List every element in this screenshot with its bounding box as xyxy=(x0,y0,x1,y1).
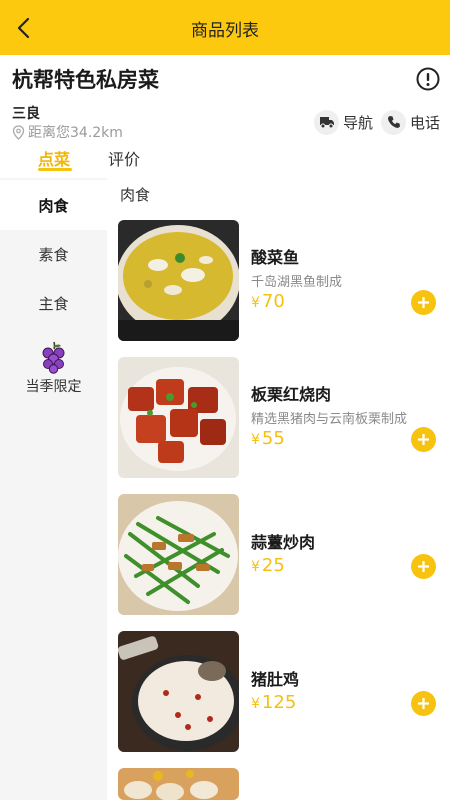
dish-card[interactable]: 板栗红烧肉 精选黑猪肉与云南板栗制成 ¥55 xyxy=(118,357,450,479)
dish-image xyxy=(118,357,239,478)
tab-reviews[interactable]: 评价 xyxy=(108,146,140,170)
shop-owner: 三良 xyxy=(12,106,40,122)
add-to-cart-button[interactable] xyxy=(411,691,436,716)
plus-icon xyxy=(418,698,429,709)
call-button[interactable]: 电话 xyxy=(381,109,440,135)
sidebar-item-vegetarian[interactable]: 素食 xyxy=(0,229,107,279)
plus-icon xyxy=(418,561,429,572)
navigate-label: 导航 xyxy=(343,113,374,132)
dish-card[interactable]: 蒜薹炒肉 ¥25 xyxy=(118,494,450,616)
grape-icon xyxy=(42,341,64,374)
dish-card[interactable] xyxy=(118,768,450,800)
dish-image xyxy=(118,220,239,341)
add-to-cart-button[interactable] xyxy=(411,554,436,579)
tab-order[interactable]: 点菜 xyxy=(38,146,70,170)
info-icon[interactable] xyxy=(415,66,441,92)
dish-image xyxy=(118,494,239,615)
plus-icon xyxy=(418,434,429,445)
currency-symbol: ¥ xyxy=(251,696,260,712)
price-value: 25 xyxy=(261,555,285,576)
section-title: 肉食 xyxy=(120,186,151,204)
page-title: 商品列表 xyxy=(191,21,259,41)
dish-name: 猪肚鸡 xyxy=(251,670,300,689)
currency-symbol: ¥ xyxy=(251,432,260,448)
dish-image xyxy=(118,768,239,800)
currency-symbol: ¥ xyxy=(251,559,260,575)
add-to-cart-button[interactable] xyxy=(411,427,436,452)
dish-name: 蒜薹炒肉 xyxy=(251,533,316,552)
top-bar: 商品列表 xyxy=(0,0,450,55)
navigate-button[interactable]: 导航 xyxy=(314,109,373,135)
shop-distance: 距离您34.2km xyxy=(12,123,123,141)
active-tab-indicator xyxy=(38,168,72,171)
dish-description: 千岛湖黑鱼制成 xyxy=(251,275,343,290)
truck-icon xyxy=(314,109,339,135)
call-label: 电话 xyxy=(410,113,441,132)
dish-name: 板栗红烧肉 xyxy=(251,385,332,404)
currency-symbol: ¥ xyxy=(251,295,260,311)
dish-image xyxy=(118,631,239,752)
plus-icon xyxy=(418,297,429,308)
dish-price: ¥55 xyxy=(251,428,285,449)
dish-price: ¥70 xyxy=(251,291,285,312)
add-to-cart-button[interactable] xyxy=(411,290,436,315)
shop-name: 杭帮特色私房菜 xyxy=(12,68,159,92)
sidebar-item-meat[interactable]: 肉食 xyxy=(0,180,107,230)
location-pin-icon xyxy=(12,124,25,140)
phone-icon xyxy=(381,109,406,135)
sidebar-item-seasonal[interactable]: 当季限定 xyxy=(0,340,107,400)
dish-description: 精选黑猪肉与云南板栗制成 xyxy=(251,412,408,427)
sidebar-item-staple[interactable]: 主食 xyxy=(0,278,107,328)
dish-name: 酸菜鱼 xyxy=(251,248,300,267)
dish-card[interactable]: 酸菜鱼 千岛湖黑鱼制成 ¥70 xyxy=(118,220,450,342)
price-value: 125 xyxy=(261,692,297,713)
seasonal-label: 当季限定 xyxy=(25,379,82,395)
category-sidebar: 肉食 素食 主食 xyxy=(0,178,107,800)
price-value: 70 xyxy=(261,291,285,312)
dish-price: ¥25 xyxy=(251,555,285,576)
dish-price: ¥125 xyxy=(251,692,296,713)
distance-text: 距离您34.2km xyxy=(28,125,123,141)
price-value: 55 xyxy=(261,428,285,449)
dish-card[interactable]: 猪肚鸡 ¥125 xyxy=(118,631,450,753)
